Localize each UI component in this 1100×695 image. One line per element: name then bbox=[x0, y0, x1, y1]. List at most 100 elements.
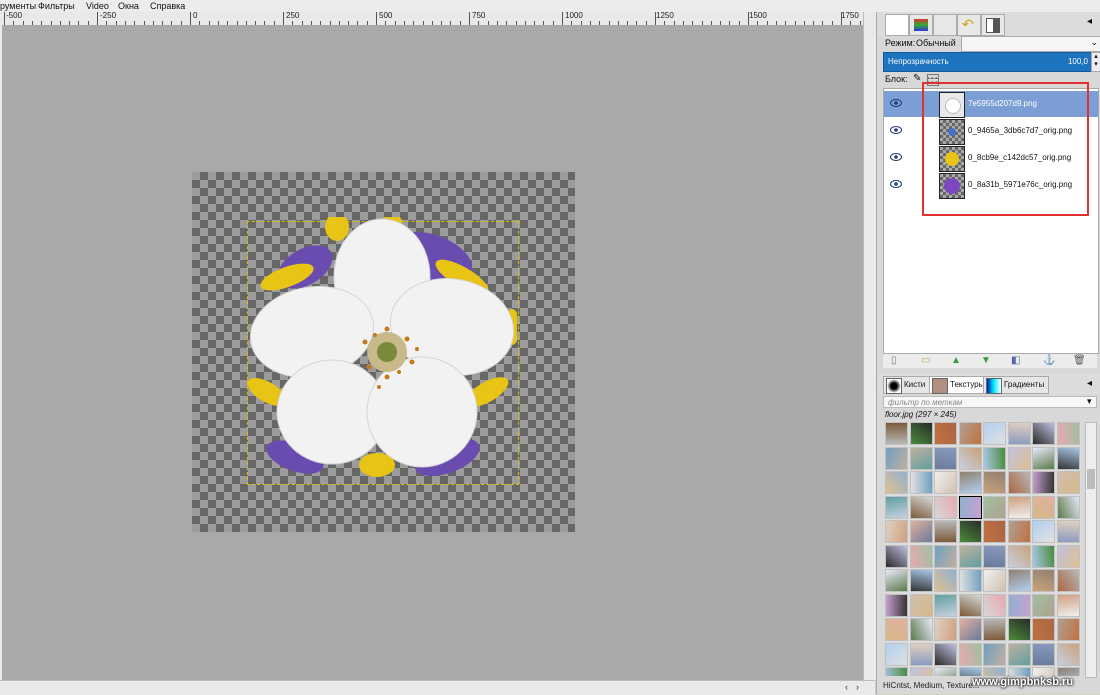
pattern-swatch[interactable] bbox=[1032, 593, 1055, 617]
pattern-swatch[interactable] bbox=[983, 593, 1006, 617]
pattern-swatch[interactable] bbox=[909, 544, 933, 568]
brush-lock-icon[interactable]: ✎ bbox=[913, 73, 921, 84]
pattern-swatch[interactable] bbox=[909, 593, 933, 617]
pattern-swatch[interactable] bbox=[983, 642, 1006, 666]
chevron-down-icon[interactable]: ▾ bbox=[1087, 396, 1092, 407]
pattern-swatch[interactable] bbox=[1056, 618, 1080, 641]
pattern-swatch[interactable] bbox=[909, 471, 933, 494]
pattern-swatch[interactable] bbox=[983, 422, 1006, 445]
pattern-swatch[interactable] bbox=[1056, 667, 1080, 676]
pattern-swatch[interactable] bbox=[958, 471, 982, 494]
pattern-swatch[interactable] bbox=[909, 642, 933, 666]
scroll-left-icon[interactable]: ‹ bbox=[845, 681, 848, 693]
pattern-swatch[interactable] bbox=[1032, 471, 1055, 494]
canvas-horizontal-scrollbar[interactable]: ‹ › bbox=[0, 680, 875, 695]
pattern-swatch[interactable] bbox=[1007, 593, 1031, 617]
pattern-swatch[interactable] bbox=[885, 544, 908, 568]
pattern-swatch[interactable] bbox=[1032, 422, 1055, 445]
pattern-swatch[interactable] bbox=[958, 618, 982, 641]
pattern-swatch[interactable] bbox=[934, 593, 957, 617]
pattern-swatch[interactable] bbox=[1032, 446, 1055, 470]
pattern-swatch[interactable] bbox=[885, 667, 908, 676]
pattern-swatch[interactable] bbox=[1056, 593, 1080, 617]
tag-filter-input[interactable]: фильтр по меткам bbox=[883, 396, 1097, 408]
pattern-swatch[interactable] bbox=[1032, 642, 1055, 666]
pattern-swatch[interactable] bbox=[1056, 520, 1080, 543]
pattern-swatch[interactable] bbox=[885, 495, 908, 519]
pattern-swatch[interactable] bbox=[983, 667, 1006, 676]
eye-icon[interactable] bbox=[890, 152, 902, 162]
opacity-slider[interactable]: Непрозрачность 100,0 bbox=[883, 52, 1093, 72]
pattern-swatch[interactable] bbox=[958, 520, 982, 543]
pattern-swatch[interactable] bbox=[958, 422, 982, 445]
pattern-swatch[interactable] bbox=[909, 667, 933, 676]
pattern-swatch[interactable] bbox=[958, 544, 982, 568]
pattern-swatch[interactable] bbox=[934, 642, 957, 666]
pattern-swatch[interactable] bbox=[983, 471, 1006, 494]
pattern-swatch[interactable] bbox=[1056, 422, 1080, 445]
scroll-right-icon[interactable]: › bbox=[856, 681, 859, 693]
pattern-swatch[interactable] bbox=[958, 569, 982, 592]
pattern-swatch[interactable] bbox=[1007, 642, 1031, 666]
pattern-swatch[interactable] bbox=[934, 471, 957, 494]
pattern-swatch[interactable] bbox=[1007, 520, 1031, 543]
pattern-swatch[interactable] bbox=[1007, 422, 1031, 445]
pattern-swatch[interactable] bbox=[934, 422, 957, 445]
pattern-swatch[interactable] bbox=[1032, 495, 1055, 519]
brushes-tab[interactable]: Кисти bbox=[883, 376, 931, 394]
pattern-swatch[interactable] bbox=[909, 618, 933, 641]
anchor-icon[interactable]: ⚓ bbox=[1043, 355, 1055, 367]
pattern-swatch[interactable] bbox=[958, 593, 982, 617]
pattern-swatch[interactable] bbox=[983, 569, 1006, 592]
gradients-tab[interactable]: Градиенты bbox=[983, 376, 1050, 394]
pattern-swatch[interactable] bbox=[983, 544, 1006, 568]
pattern-swatch[interactable] bbox=[934, 446, 957, 470]
pattern-swatch[interactable] bbox=[1007, 544, 1031, 568]
pattern-swatch[interactable] bbox=[1056, 471, 1080, 494]
layers-tab-icon[interactable] bbox=[885, 14, 909, 36]
patterns-tab[interactable]: Текстуры bbox=[929, 376, 990, 394]
pattern-swatch[interactable] bbox=[1032, 569, 1055, 592]
pattern-swatch[interactable] bbox=[909, 495, 933, 519]
pattern-swatch[interactable] bbox=[1007, 471, 1031, 494]
pattern-swatch[interactable] bbox=[885, 593, 908, 617]
pattern-swatch[interactable] bbox=[1056, 495, 1080, 519]
pattern-swatch[interactable] bbox=[983, 495, 1006, 519]
opacity-spinner[interactable]: ▴ ▾ bbox=[1091, 52, 1100, 72]
undo-tab-icon[interactable]: ↶ bbox=[957, 14, 981, 36]
pattern-swatch[interactable] bbox=[885, 520, 908, 543]
menu-video[interactable]: Video bbox=[86, 0, 109, 12]
menu-tools[interactable]: рументы bbox=[0, 0, 36, 12]
lower-layer-icon[interactable]: ▼ bbox=[981, 355, 991, 367]
pattern-swatch[interactable] bbox=[1007, 446, 1031, 470]
pattern-swatch[interactable] bbox=[934, 569, 957, 592]
menu-windows[interactable]: Окна bbox=[118, 0, 139, 12]
new-group-icon[interactable]: ▭ bbox=[921, 355, 930, 367]
pattern-swatch[interactable] bbox=[1007, 495, 1031, 519]
pattern-scrollbar-thumb[interactable] bbox=[1087, 469, 1095, 489]
pattern-swatch[interactable] bbox=[909, 422, 933, 445]
channels-tab-icon[interactable] bbox=[909, 14, 933, 36]
pattern-swatch[interactable] bbox=[1032, 667, 1055, 676]
pattern-swatch[interactable] bbox=[1007, 569, 1031, 592]
pattern-swatch[interactable] bbox=[885, 642, 908, 666]
pattern-swatch[interactable] bbox=[983, 520, 1006, 543]
pattern-swatch[interactable] bbox=[958, 446, 982, 470]
pattern-swatch[interactable] bbox=[983, 618, 1006, 641]
menu-help[interactable]: Справка bbox=[150, 0, 185, 12]
pattern-swatch[interactable] bbox=[1056, 642, 1080, 666]
pattern-swatch[interactable] bbox=[934, 520, 957, 543]
tab-menu-icon[interactable]: ◂ bbox=[1087, 378, 1092, 389]
pattern-swatch[interactable] bbox=[909, 520, 933, 543]
pattern-swatch[interactable] bbox=[934, 618, 957, 641]
image-area[interactable] bbox=[192, 172, 575, 532]
eye-icon[interactable] bbox=[890, 125, 902, 135]
pattern-swatch[interactable] bbox=[885, 569, 908, 592]
pattern-grid[interactable] bbox=[885, 422, 1081, 676]
pattern-swatch[interactable] bbox=[1032, 618, 1055, 641]
eye-icon[interactable] bbox=[890, 98, 902, 108]
pattern-swatch[interactable] bbox=[934, 667, 957, 676]
image-canvas[interactable] bbox=[2, 25, 863, 680]
pattern-swatch[interactable] bbox=[909, 569, 933, 592]
canvas-vertical-scrollbar[interactable] bbox=[863, 12, 876, 680]
